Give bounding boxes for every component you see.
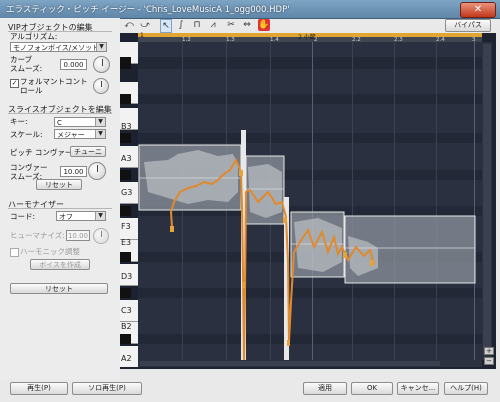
waveform-3 <box>294 218 342 272</box>
scale-select[interactable]: メジャー ▼ <box>54 129 106 139</box>
formant-knob[interactable] <box>93 78 109 94</box>
pointer-tool-icon[interactable]: ↖ <box>160 19 172 33</box>
chord-select[interactable]: オフ ▼ <box>56 211 106 221</box>
piano-key-black[interactable] <box>120 252 131 262</box>
key-select[interactable]: C ▼ <box>54 117 106 127</box>
key-label-g3: G3 <box>121 188 133 197</box>
humanize-input[interactable]: 10.00 <box>66 230 90 241</box>
key-label-b2: B2 <box>121 322 132 331</box>
left-panel: VIPオブジェクトの編集 アルゴリズム: モノフォンボイス/メソッド ▼ カーブ… <box>0 18 120 380</box>
piano-key-black[interactable] <box>120 334 131 344</box>
chevron-down-icon: ▼ <box>95 130 105 138</box>
hand-tool-icon[interactable]: ✋ <box>258 19 270 31</box>
waveform-2 <box>248 164 282 218</box>
key-label-f3: F3 <box>121 222 131 231</box>
pitch-convert-label: ピッチ コンヴァー: <box>10 148 75 157</box>
play-button[interactable]: 再生(P) <box>10 382 68 395</box>
zoom-out-icon[interactable]: − <box>484 357 494 365</box>
harmonic-label: ハーモニック調整 <box>20 247 80 256</box>
scale-value: メジャー <box>57 131 85 139</box>
key-label-a3: A3 <box>121 154 132 163</box>
tune-button[interactable]: チューニ <box>70 146 106 157</box>
humanize-label: ヒューマナイズ: <box>10 231 65 240</box>
key-label: キー: <box>10 117 28 126</box>
harmonic-checkbox[interactable] <box>10 248 19 257</box>
pitch-handle[interactable] <box>343 252 347 258</box>
create-voice-button[interactable]: ボイスを作成 <box>30 259 90 270</box>
pitch-handle[interactable] <box>239 170 243 176</box>
draw-tool-icon[interactable]: ∫ <box>176 19 186 31</box>
convert-smooth-input[interactable]: 10.00 <box>60 166 87 177</box>
piano-key-black[interactable] <box>120 94 131 104</box>
pitch-handle[interactable] <box>170 226 174 232</box>
ok-button[interactable]: OK <box>351 382 393 395</box>
key-label-d3: D3 <box>121 272 133 281</box>
zoom-in-icon[interactable]: + <box>484 347 494 355</box>
redo-icon[interactable]: ⤻ <box>140 19 150 31</box>
pitch-handle[interactable] <box>287 340 290 346</box>
slice-divider <box>8 113 112 114</box>
cancel-button[interactable]: キャンセ... <box>397 382 439 395</box>
scissors-icon[interactable]: ✂ <box>226 19 236 31</box>
horizontal-scroll-thumb[interactable] <box>140 361 440 366</box>
piano-key-black[interactable] <box>120 206 131 216</box>
ruler-start-label: 1 <box>140 32 144 39</box>
piano-key-black[interactable] <box>120 57 131 69</box>
pitch-grid[interactable] <box>138 42 482 367</box>
piano-key-black[interactable] <box>120 133 131 143</box>
chord-value: オフ <box>59 213 73 221</box>
key-label-c3: C3 <box>121 306 132 315</box>
pitch-handle[interactable] <box>242 282 245 288</box>
vertical-scroll-track[interactable] <box>483 44 491 354</box>
vertical-scrollbar[interactable] <box>482 42 492 360</box>
key-label-e3: E3 <box>121 238 132 247</box>
piano-key-black[interactable] <box>120 170 131 180</box>
algorithm-value: モノフォンボイス/メソッド <box>13 44 100 52</box>
title-bar: エラスティック・ピッチ イージー - 'Chris_LoveMusicA 1_o… <box>0 0 500 19</box>
slice-reset-button[interactable]: リセット <box>36 179 82 190</box>
formant-checkbox[interactable]: ✓ <box>10 79 19 88</box>
harmonizer-reset-button[interactable]: リセット <box>10 283 108 294</box>
help-button[interactable]: ヘルプ(H) <box>444 382 488 395</box>
stretch-tool-icon[interactable]: ⇔ <box>242 19 252 31</box>
curve-smooth-knob[interactable] <box>93 56 110 73</box>
pitch-handle[interactable] <box>370 260 374 266</box>
curve-smooth-label: カーブ スムーズ: <box>10 55 43 73</box>
humanize-knob[interactable] <box>93 228 109 244</box>
chevron-down-icon: ▼ <box>95 212 105 220</box>
key-label-d4: D4 <box>121 70 133 79</box>
curve-smooth-input[interactable]: 0.000 <box>60 59 87 70</box>
pitch-handle[interactable] <box>283 217 287 223</box>
chevron-down-icon: ▼ <box>96 43 106 51</box>
key-value: C <box>57 119 62 127</box>
apply-button[interactable]: 適用 <box>303 382 347 395</box>
algorithm-select[interactable]: モノフォンボイス/メソッド ▼ <box>10 42 107 52</box>
chord-label: コード: <box>10 212 36 221</box>
piano-key-black[interactable] <box>120 288 131 298</box>
undo-icon[interactable]: ⤺ <box>124 19 134 31</box>
bypass-button[interactable]: バイパス <box>445 19 491 32</box>
convert-smooth-knob[interactable] <box>88 162 106 180</box>
algorithm-label: アルゴリズム: <box>10 32 58 41</box>
piano-keyboard[interactable]: D4 C4 B3 A3 G3 F3 E3 D3 C3 B2 A2 <box>120 42 138 367</box>
pitch-objects-svg[interactable] <box>138 42 482 367</box>
formant-label: フォルマントコントロール <box>20 77 88 95</box>
chevron-down-icon: ▼ <box>95 118 105 126</box>
key-label-a2: A2 <box>121 354 132 363</box>
curve-tool-icon[interactable]: ⩘ <box>208 19 218 31</box>
scale-label: スケール: <box>10 130 43 139</box>
horizontal-scrollbar[interactable] <box>138 360 482 367</box>
harmonizer-divider <box>8 208 112 209</box>
close-button[interactable]: ✕ <box>460 2 496 18</box>
close-icon: ✕ <box>473 4 483 15</box>
line-tool-icon[interactable]: ⊓ <box>192 19 202 31</box>
window-title: エラスティック・ピッチ イージー - 'Chris_LoveMusicA 1_o… <box>6 5 290 15</box>
key-label-b3: B3 <box>121 122 132 131</box>
solo-play-button[interactable]: ソロ再生(P) <box>72 382 142 395</box>
